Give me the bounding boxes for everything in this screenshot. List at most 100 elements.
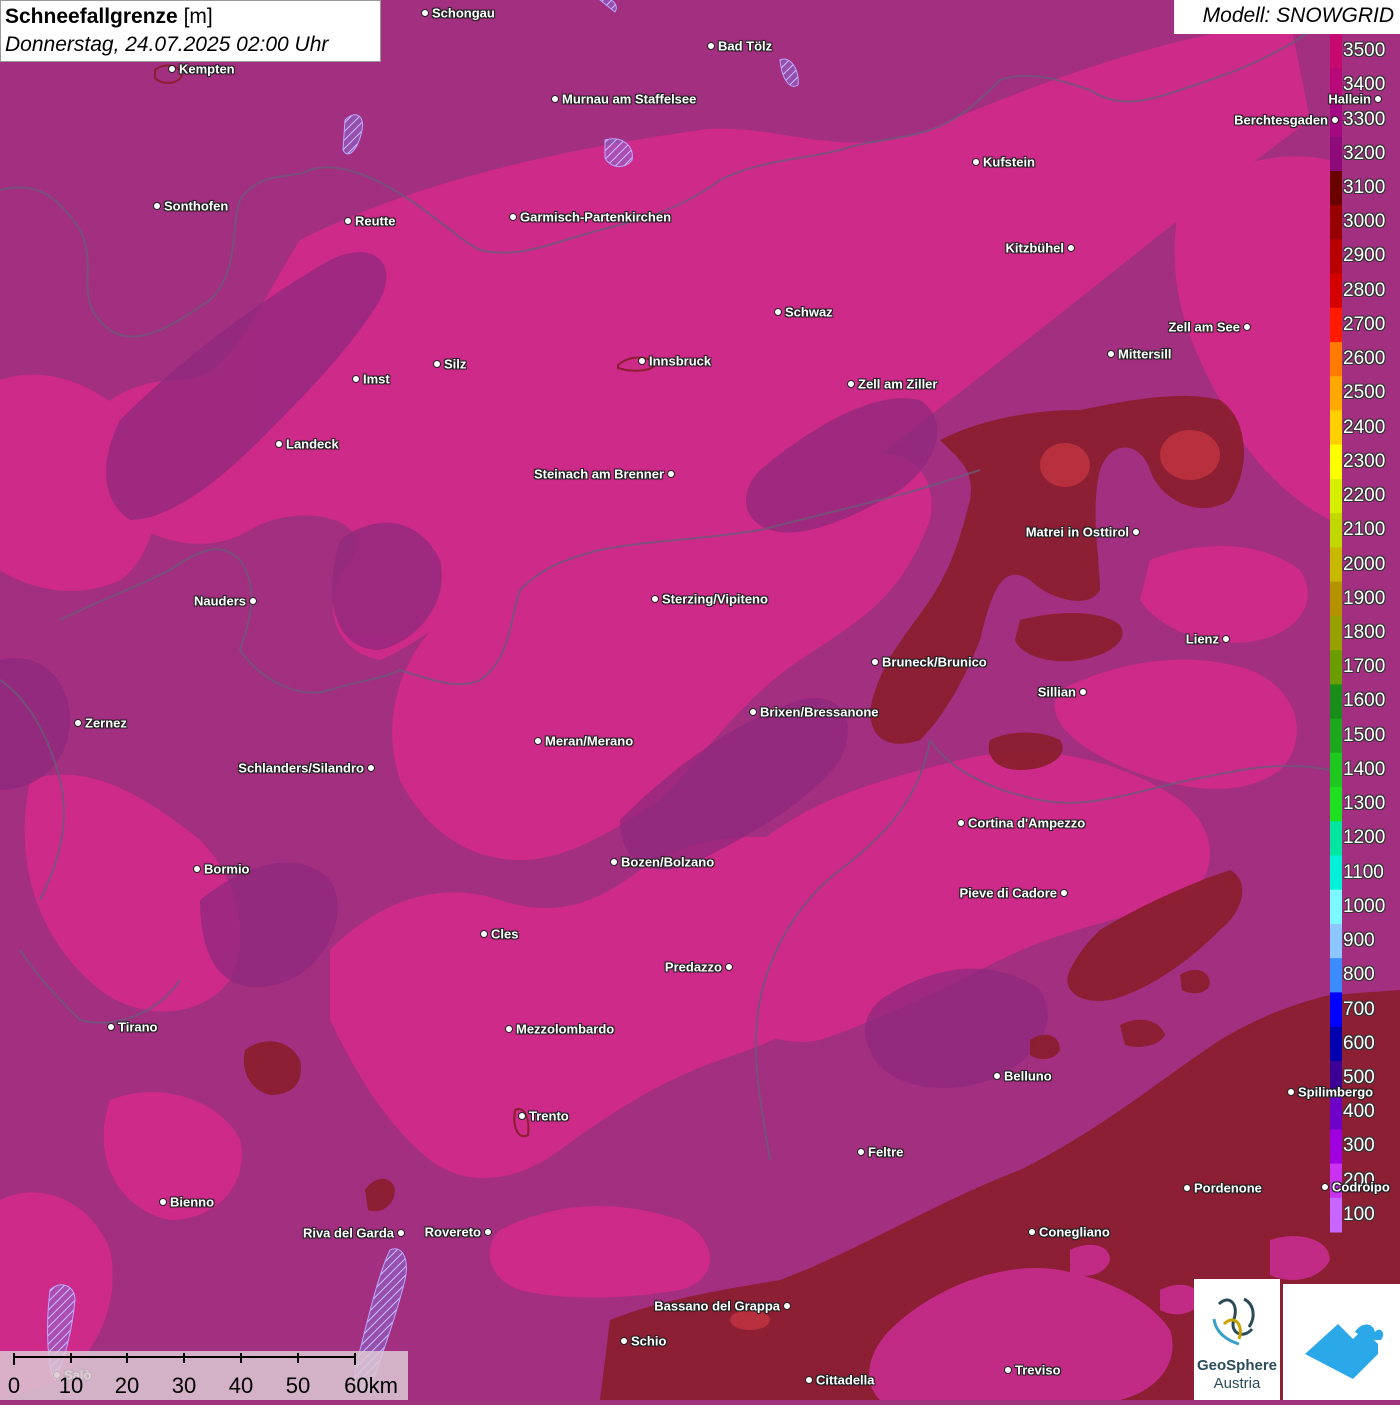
city-marker[interactable] bbox=[352, 375, 360, 383]
city-label[interactable]: Codroipo bbox=[1332, 1180, 1390, 1195]
city-label[interactable]: Mezzolombardo bbox=[516, 1022, 614, 1037]
city-label[interactable]: Zell am See bbox=[1168, 320, 1240, 335]
city-marker[interactable] bbox=[725, 963, 733, 971]
city-marker[interactable] bbox=[509, 213, 517, 221]
city-label[interactable]: Hallein bbox=[1328, 92, 1371, 107]
city-marker[interactable] bbox=[421, 9, 429, 17]
city-marker[interactable] bbox=[518, 1112, 526, 1120]
city-label[interactable]: Schlanders/Silandro bbox=[238, 761, 364, 776]
city-marker[interactable] bbox=[275, 440, 283, 448]
city-label[interactable]: Kempten bbox=[179, 62, 235, 77]
city-label[interactable]: Kufstein bbox=[983, 155, 1035, 170]
city-marker[interactable] bbox=[620, 1337, 628, 1345]
city-marker[interactable] bbox=[1374, 95, 1382, 103]
city-label[interactable]: Garmisch-Partenkirchen bbox=[520, 210, 671, 225]
city-marker[interactable] bbox=[857, 1148, 865, 1156]
city-marker[interactable] bbox=[957, 819, 965, 827]
city-label[interactable]: Cittadella bbox=[816, 1373, 875, 1388]
city-marker[interactable] bbox=[153, 202, 161, 210]
city-label[interactable]: Spilimbergo bbox=[1298, 1085, 1373, 1100]
city-marker[interactable] bbox=[107, 1023, 115, 1031]
city-marker[interactable] bbox=[484, 1228, 492, 1236]
city-label[interactable]: Nauders bbox=[194, 594, 246, 609]
city-label[interactable]: Brixen/Bressanone bbox=[760, 705, 879, 720]
city-label[interactable]: Cles bbox=[491, 927, 518, 942]
city-label[interactable]: Steinach am Brenner bbox=[534, 467, 664, 482]
city-label[interactable]: Bormio bbox=[204, 862, 250, 877]
city-marker[interactable] bbox=[1004, 1366, 1012, 1374]
city-label[interactable]: Schongau bbox=[432, 6, 495, 21]
city-marker[interactable] bbox=[1243, 323, 1251, 331]
city-marker[interactable] bbox=[1287, 1088, 1295, 1096]
city-label[interactable]: Zernez bbox=[85, 716, 127, 731]
city-label[interactable]: Landeck bbox=[286, 437, 339, 452]
city-label[interactable]: Tirano bbox=[118, 1020, 158, 1035]
city-marker[interactable] bbox=[1183, 1184, 1191, 1192]
city-marker[interactable] bbox=[168, 65, 176, 73]
city-label[interactable]: Zell am Ziller bbox=[858, 377, 937, 392]
city-marker[interactable] bbox=[749, 708, 757, 716]
city-label[interactable]: Pieve di Cadore bbox=[959, 886, 1057, 901]
city-marker[interactable] bbox=[534, 737, 542, 745]
city-label[interactable]: Imst bbox=[363, 372, 390, 387]
city-marker[interactable] bbox=[1060, 889, 1068, 897]
snowgrid-logo[interactable] bbox=[1283, 1284, 1400, 1400]
city-label[interactable]: Schio bbox=[631, 1334, 666, 1349]
city-marker[interactable] bbox=[610, 858, 618, 866]
city-label[interactable]: Schwaz bbox=[785, 305, 833, 320]
city-marker[interactable] bbox=[638, 357, 646, 365]
city-marker[interactable] bbox=[480, 930, 488, 938]
city-label[interactable]: Bassano del Grappa bbox=[654, 1299, 780, 1314]
city-label[interactable]: Murnau am Staffelsee bbox=[562, 92, 696, 107]
city-label[interactable]: Reutte bbox=[355, 214, 395, 229]
city-marker[interactable] bbox=[1107, 350, 1115, 358]
city-marker[interactable] bbox=[433, 360, 441, 368]
city-marker[interactable] bbox=[1331, 116, 1339, 124]
city-label[interactable]: Sterzing/Vipiteno bbox=[662, 592, 768, 607]
city-marker[interactable] bbox=[551, 95, 559, 103]
city-label[interactable]: Pordenone bbox=[1194, 1181, 1262, 1196]
city-label[interactable]: Feltre bbox=[868, 1145, 903, 1160]
city-marker[interactable] bbox=[774, 308, 782, 316]
city-marker[interactable] bbox=[1079, 688, 1087, 696]
city-marker[interactable] bbox=[1222, 635, 1230, 643]
city-marker[interactable] bbox=[74, 719, 82, 727]
city-label[interactable]: Matrei in Osttirol bbox=[1026, 525, 1129, 540]
city-label[interactable]: Bad Tölz bbox=[718, 39, 772, 54]
city-marker[interactable] bbox=[1321, 1183, 1329, 1191]
city-marker[interactable] bbox=[367, 764, 375, 772]
city-marker[interactable] bbox=[871, 658, 879, 666]
city-label[interactable]: Belluno bbox=[1004, 1069, 1052, 1084]
city-marker[interactable] bbox=[193, 865, 201, 873]
city-marker[interactable] bbox=[1028, 1228, 1036, 1236]
city-marker[interactable] bbox=[783, 1302, 791, 1310]
city-label[interactable]: Sonthofen bbox=[164, 199, 228, 214]
city-marker[interactable] bbox=[1067, 244, 1075, 252]
city-label[interactable]: Trento bbox=[529, 1109, 569, 1124]
city-marker[interactable] bbox=[159, 1198, 167, 1206]
city-label[interactable]: Predazzo bbox=[665, 960, 722, 975]
city-marker[interactable] bbox=[707, 42, 715, 50]
city-marker[interactable] bbox=[651, 595, 659, 603]
city-label[interactable]: Cortina d'Ampezzo bbox=[968, 816, 1085, 831]
city-label[interactable]: Treviso bbox=[1015, 1363, 1061, 1378]
city-label[interactable]: Mittersill bbox=[1118, 347, 1171, 362]
city-label[interactable]: Silz bbox=[444, 357, 466, 372]
city-label[interactable]: Conegliano bbox=[1039, 1225, 1110, 1240]
city-marker[interactable] bbox=[847, 380, 855, 388]
city-marker[interactable] bbox=[505, 1025, 513, 1033]
city-label[interactable]: Bozen/Bolzano bbox=[621, 855, 714, 870]
city-label[interactable]: Bruneck/Brunico bbox=[882, 655, 987, 670]
city-label[interactable]: Rovereto bbox=[425, 1225, 481, 1240]
city-label[interactable]: Kitzbühel bbox=[1006, 241, 1065, 256]
city-label[interactable]: Berchtesgaden bbox=[1234, 113, 1328, 128]
city-marker[interactable] bbox=[805, 1376, 813, 1384]
city-marker[interactable] bbox=[1132, 528, 1140, 536]
city-label[interactable]: Lienz bbox=[1186, 632, 1219, 647]
city-marker[interactable] bbox=[993, 1072, 1001, 1080]
city-label[interactable]: Riva del Garda bbox=[303, 1226, 394, 1241]
city-marker[interactable] bbox=[972, 158, 980, 166]
city-label[interactable]: Meran/Merano bbox=[545, 734, 633, 749]
city-marker[interactable] bbox=[249, 597, 257, 605]
city-label[interactable]: Sillian bbox=[1038, 685, 1076, 700]
